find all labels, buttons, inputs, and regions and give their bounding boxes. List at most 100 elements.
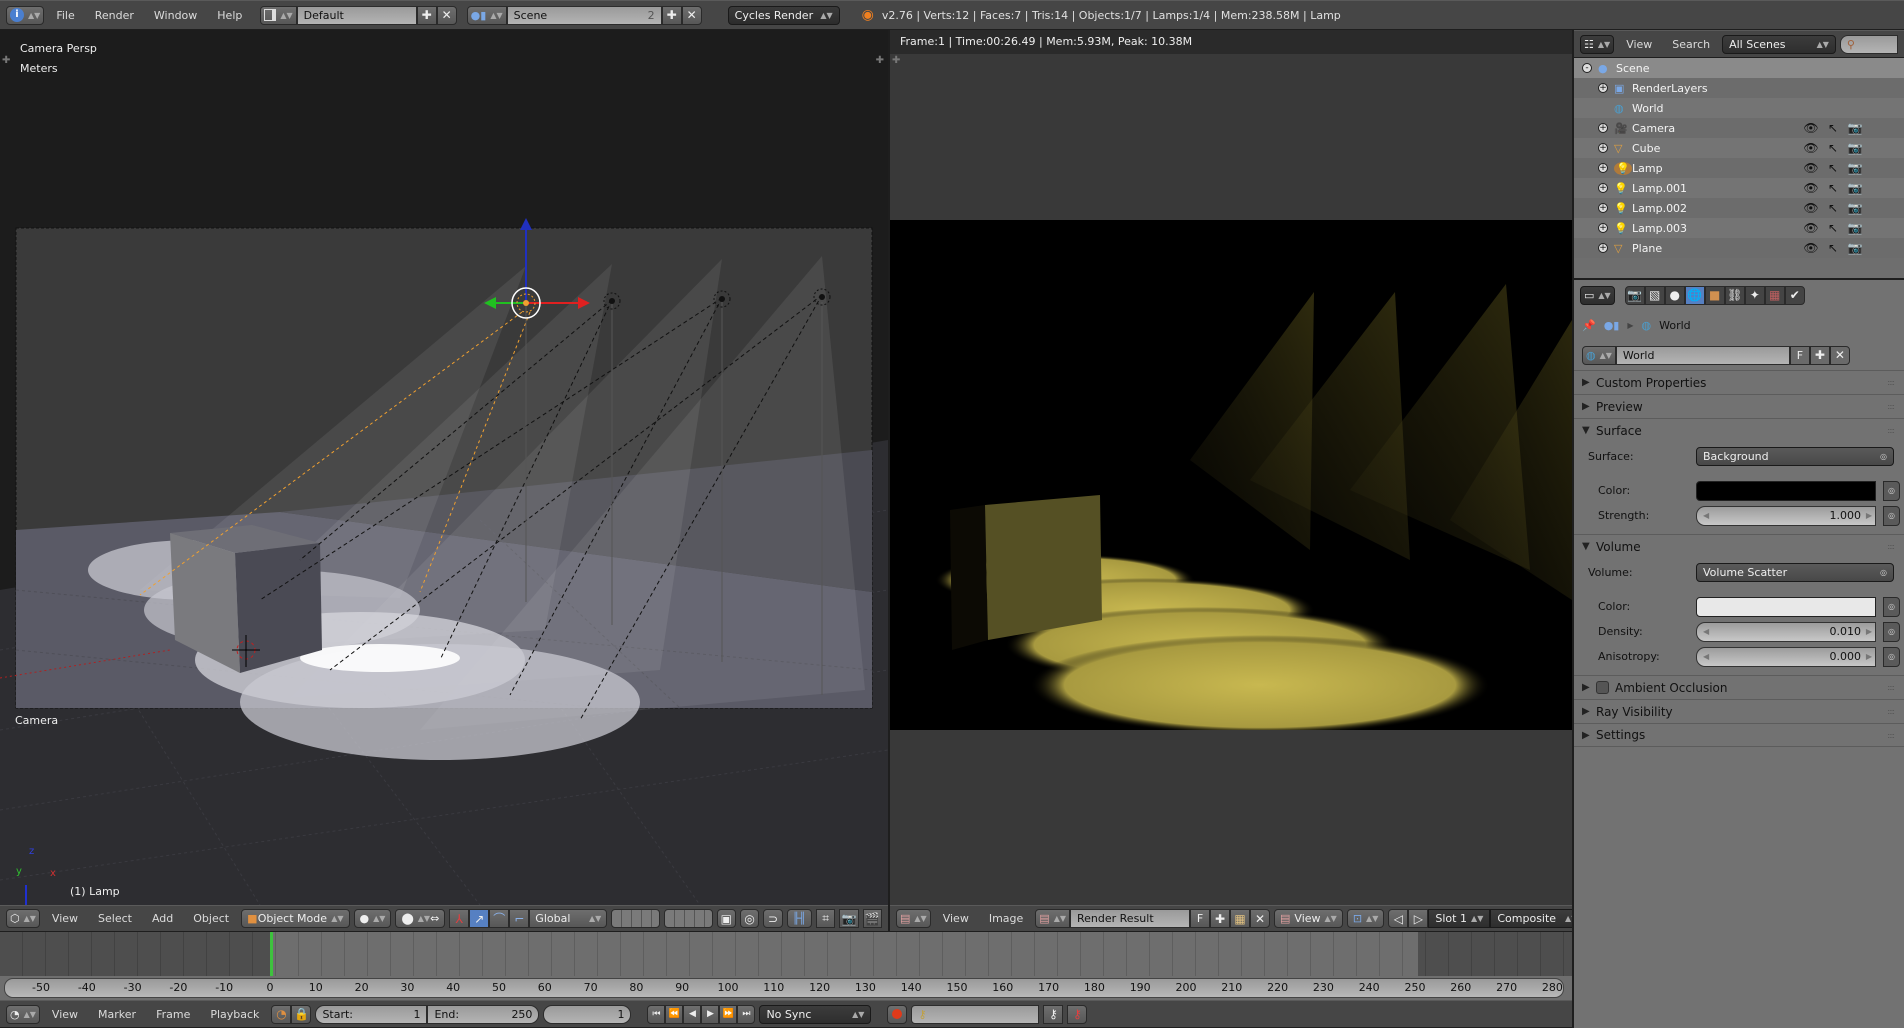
expand-icon[interactable]: + xyxy=(1598,163,1608,173)
layers-grid-2[interactable] xyxy=(663,909,713,928)
editor-type-image-button[interactable]: ▤ ▲▼ xyxy=(896,909,931,928)
visibility-eye-icon[interactable]: 👁 xyxy=(1800,218,1822,238)
slot-dropdown[interactable]: Slot 1 ▲▼ xyxy=(1428,909,1491,928)
jump-end-button[interactable]: ⏭ xyxy=(737,1004,756,1024)
panel-volume[interactable]: ▼ Volume:::: xyxy=(1574,534,1904,558)
tab-texture[interactable]: ▦ xyxy=(1764,285,1785,305)
socket-link-button[interactable]: ◎ xyxy=(1883,646,1900,667)
selectability-cursor-icon[interactable]: ↖ xyxy=(1822,218,1844,238)
editor-type-properties-button[interactable]: ▭ ▲▼ xyxy=(1580,285,1615,305)
area-divider-outliner[interactable] xyxy=(1574,278,1904,280)
renderability-camera-icon[interactable]: 📷 xyxy=(1844,198,1866,218)
new-world-button[interactable]: ✚ xyxy=(1809,345,1830,365)
unlink-world-button[interactable]: ✕ xyxy=(1829,345,1850,365)
jump-keyframe-back-button[interactable]: ⏪ xyxy=(665,1004,684,1024)
display-mode-dropdown[interactable]: All Scenes ▲▼ xyxy=(1722,34,1836,54)
pin-icon[interactable]: 📌 xyxy=(1582,319,1596,332)
lock-range-icon[interactable]: 🔒 xyxy=(291,1004,312,1024)
editor-type-info-button[interactable]: i ▲▼ xyxy=(6,5,45,25)
menu-file[interactable]: File xyxy=(48,9,82,22)
socket-link-button[interactable]: ◎ xyxy=(1883,480,1900,501)
drag-grip-icon[interactable]: :::: xyxy=(1887,542,1895,551)
expand-icon[interactable]: + xyxy=(1598,123,1608,133)
panel-surface[interactable]: ▼ Surface:::: xyxy=(1574,418,1904,442)
renderability-camera-icon[interactable]: 📷 xyxy=(1844,238,1866,258)
density-slider[interactable]: ◀ 0.010 ▶ xyxy=(1696,621,1876,642)
transform-orientation-dropdown[interactable]: Global ▲▼ xyxy=(529,909,608,928)
add-region-right-icon[interactable]: ✚ xyxy=(876,55,884,66)
jump-start-button[interactable]: ⏮ xyxy=(647,1004,666,1024)
delete-scene-button[interactable]: ✕ xyxy=(681,5,702,25)
selectability-cursor-icon[interactable]: ↖ xyxy=(1822,158,1844,178)
volume-shader-dropdown[interactable]: Volume Scatter ◎ xyxy=(1696,562,1894,582)
display-channels-dropdown[interactable]: ⊡ ▲▼ xyxy=(1346,909,1385,928)
tab-object[interactable]: ■ xyxy=(1704,285,1725,305)
outliner-item[interactable]: ◍ World xyxy=(1574,98,1904,118)
outliner-item[interactable]: + 🎥 Camera 👁 ↖ 📷 xyxy=(1574,118,1904,138)
fake-user-button[interactable]: F xyxy=(1190,909,1210,928)
play-button[interactable]: ▶ xyxy=(701,1004,720,1024)
menu-window[interactable]: Window xyxy=(146,9,205,22)
expand-icon[interactable]: + xyxy=(1598,143,1608,153)
pass-dropdown[interactable]: Composite▲▼ xyxy=(1490,909,1585,928)
mode-dropdown[interactable]: ■ Object Mode ▲▼ xyxy=(241,909,350,928)
menu-frame[interactable]: Frame xyxy=(148,1008,198,1021)
snap-magnet-icon[interactable]: ⊃ xyxy=(763,909,783,928)
search-field[interactable]: ⚲ xyxy=(1839,34,1898,54)
menu-object[interactable]: Object xyxy=(185,912,237,925)
menu-select[interactable]: Select xyxy=(90,912,140,925)
renderability-camera-icon[interactable]: 📷 xyxy=(1844,218,1866,238)
socket-link-button[interactable]: ◎ xyxy=(1883,505,1900,526)
menu-help[interactable]: Help xyxy=(209,9,250,22)
add-screen-button[interactable]: ✚ xyxy=(416,5,437,25)
menu-view[interactable]: View xyxy=(1618,38,1660,51)
renderability-camera-icon[interactable]: 📷 xyxy=(1844,178,1866,198)
scale-manipulator-icon[interactable]: ⌐ xyxy=(509,909,530,928)
surface-color-swatch[interactable] xyxy=(1696,480,1876,501)
outliner-item[interactable]: + ▽ Plane 👁 ↖ 📷 xyxy=(1574,238,1904,258)
selectability-cursor-icon[interactable]: ↖ xyxy=(1822,198,1844,218)
anisotropy-slider[interactable]: ◀ 0.000 ▶ xyxy=(1696,646,1876,667)
add-region-icon[interactable]: ✚ xyxy=(2,55,10,66)
start-frame-field[interactable]: Start: 1 xyxy=(315,1004,428,1024)
jump-keyframe-forward-button[interactable]: ⏩ xyxy=(719,1004,738,1024)
renderability-camera-icon[interactable]: 📷 xyxy=(1844,118,1866,138)
drag-grip-icon[interactable]: :::: xyxy=(1887,426,1895,435)
tab-constraints[interactable]: ⛓ xyxy=(1724,285,1745,305)
timeline[interactable]: -50 -40 -30 -20 -10 0 10 20 30 40 50 60 70 80 90 100 110… xyxy=(0,932,1572,1000)
renderability-camera-icon[interactable]: 📷 xyxy=(1844,158,1866,178)
outliner-item[interactable]: + 💡 Lamp 👁 ↖ 📷 xyxy=(1574,158,1904,178)
image-name-field[interactable]: Render Result xyxy=(1070,909,1190,928)
tab-world[interactable]: 🌐 xyxy=(1684,285,1705,305)
outliner-item[interactable]: - ● Scene xyxy=(1574,58,1904,78)
snap-target-icon[interactable]: ⌗ xyxy=(815,909,836,928)
current-frame-indicator[interactable] xyxy=(270,932,273,976)
expand-icon[interactable]: + xyxy=(1598,223,1608,233)
next-slot-button[interactable]: ▷ xyxy=(1408,909,1429,928)
opengl-render-animation-icon[interactable]: 🎬 xyxy=(862,909,882,928)
translate-manipulator-icon[interactable]: ↗ xyxy=(469,909,490,928)
menu-add[interactable]: Add xyxy=(144,912,181,925)
image-editor[interactable]: Frame:1 | Time:00:26.49 | Mem:5.93M, Pea… xyxy=(890,30,1572,905)
visibility-eye-icon[interactable]: 👁 xyxy=(1800,238,1822,258)
new-image-button[interactable]: ✚ xyxy=(1210,909,1230,928)
ambient-occlusion-checkbox[interactable] xyxy=(1596,681,1609,694)
add-scene-button[interactable]: ✚ xyxy=(661,5,682,25)
menu-render[interactable]: Render xyxy=(87,9,142,22)
prev-slot-button[interactable]: ◁ xyxy=(1388,909,1409,928)
area-divider-vertical[interactable] xyxy=(888,30,890,932)
outliner-item[interactable]: + 💡 Lamp.002 👁 ↖ 📷 xyxy=(1574,198,1904,218)
opengl-render-image-icon[interactable]: 📷 xyxy=(839,909,859,928)
drag-grip-icon[interactable]: :::: xyxy=(1887,683,1895,692)
world-browse-button[interactable]: ◍ ▲▼ xyxy=(1582,345,1616,365)
outliner-item[interactable]: + ▽ Cube 👁 ↖ 📷 xyxy=(1574,138,1904,158)
expand-icon[interactable]: + xyxy=(1598,243,1608,253)
tab-physics[interactable]: ✔ xyxy=(1784,285,1805,305)
fake-user-button[interactable]: F xyxy=(1789,345,1810,365)
open-image-button[interactable]: ▦ xyxy=(1230,909,1250,928)
outliner-item[interactable]: + 💡 Lamp.003 👁 ↖ 📷 xyxy=(1574,218,1904,238)
outliner-item[interactable]: + 💡 Lamp.001 👁 ↖ 📷 xyxy=(1574,178,1904,198)
menu-image[interactable]: Image xyxy=(981,912,1031,925)
editor-type-3d-button[interactable]: ⬡ ▲▼ xyxy=(6,909,40,928)
drag-grip-icon[interactable]: :::: xyxy=(1887,731,1895,740)
